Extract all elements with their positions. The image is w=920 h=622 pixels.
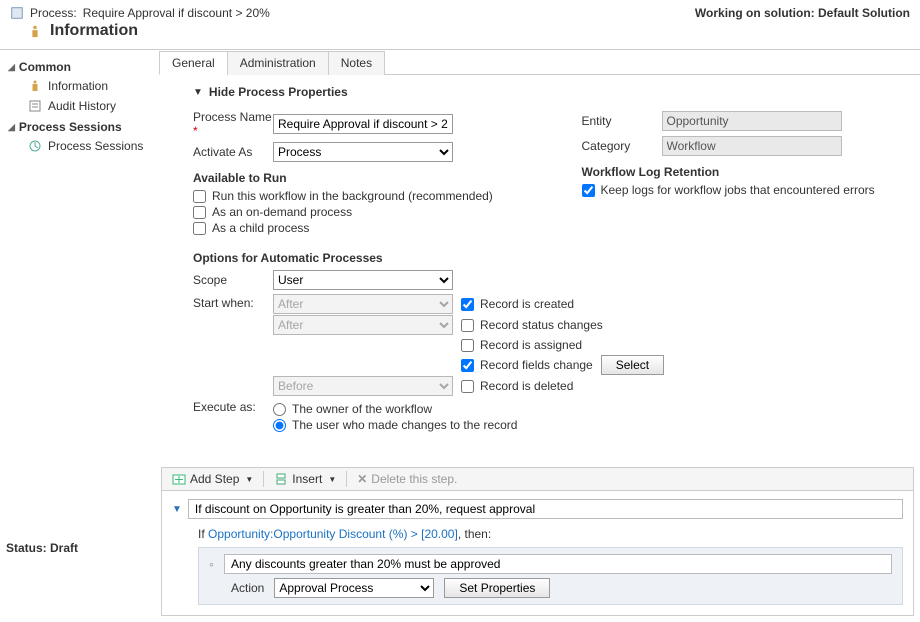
record-deleted-checkbox[interactable]: Record is deleted: [461, 379, 573, 393]
action-label: Action: [231, 581, 264, 595]
step-body: ◦ Action Approval Process Set Properties: [198, 547, 903, 605]
activate-as-label: Activate As: [193, 145, 273, 159]
process-title: Process: Require Approval if discount > …: [10, 6, 270, 20]
delete-icon: ✕: [357, 472, 367, 486]
chevron-down-icon: ▼: [193, 87, 203, 98]
process-name-text: Require Approval if discount > 20%: [83, 6, 270, 20]
execute-as-owner-radio[interactable]: The owner of the workflow: [273, 402, 517, 416]
delete-step-button: ✕ Delete this step.: [353, 471, 461, 487]
hide-props-label: Hide Process Properties: [209, 85, 348, 99]
steps-toolbar: Add Step▼ Insert▼ ✕ Delete this step.: [161, 467, 914, 490]
status-bar: Status: Draft: [6, 541, 78, 555]
process-title-icon: [10, 6, 24, 20]
entity-field: [662, 111, 842, 131]
bullet-icon: ◦: [209, 557, 214, 571]
insert-button[interactable]: Insert▼: [270, 471, 340, 487]
insert-icon: [274, 472, 288, 486]
record-status-changes-checkbox[interactable]: Record status changes: [461, 318, 603, 332]
start-when-before-select: Before: [273, 376, 453, 396]
tab-general[interactable]: General: [159, 51, 228, 75]
run-background-checkbox[interactable]: Run this workflow in the background (rec…: [193, 189, 512, 203]
add-step-button[interactable]: Add Step▼: [168, 471, 257, 487]
page-title: Information: [50, 22, 138, 40]
record-created-checkbox[interactable]: Record is created: [461, 297, 574, 311]
chevron-down-icon: ▼: [328, 475, 336, 484]
solution-label: Working on solution: Default Solution: [695, 6, 910, 20]
available-to-run-title: Available to Run: [193, 171, 512, 185]
sidebar-group-common[interactable]: ◢ Common: [0, 56, 155, 76]
start-when-after-select: After: [273, 294, 453, 314]
scope-select[interactable]: User: [273, 270, 453, 290]
category-label: Category: [582, 139, 662, 153]
step-expand-icon[interactable]: ▼: [172, 504, 182, 515]
audit-icon: [28, 99, 42, 113]
log-retention-title: Workflow Log Retention: [582, 165, 901, 179]
info-icon: [28, 79, 42, 93]
information-icon: [28, 24, 42, 38]
start-when-after-select2: After: [273, 315, 453, 335]
sidebar-item-label: Information: [48, 79, 108, 93]
tab-administration[interactable]: Administration: [227, 51, 329, 75]
tab-notes[interactable]: Notes: [328, 51, 385, 75]
sidebar-group-process-sessions[interactable]: ◢ Process Sessions: [0, 116, 155, 136]
execute-as-label: Execute as:: [193, 400, 273, 414]
information-title-row: Information: [10, 22, 270, 40]
start-when-label: Start when:: [193, 296, 273, 310]
step-if-condition[interactable]: If Opportunity:Opportunity Discount (%) …: [198, 527, 903, 541]
add-step-icon: [172, 472, 186, 486]
select-fields-button[interactable]: Select: [601, 355, 664, 375]
collapse-icon: ◢: [8, 62, 15, 73]
record-assigned-checkbox[interactable]: Record is assigned: [461, 338, 582, 352]
step-area: ▼ If Opportunity:Opportunity Discount (%…: [161, 490, 914, 616]
chevron-down-icon: ▼: [245, 475, 253, 484]
options-auto-title: Options for Automatic Processes: [193, 251, 900, 265]
condition-link[interactable]: Opportunity:Opportunity Discount (%) > […: [208, 527, 458, 541]
hide-process-properties-toggle[interactable]: ▼ Hide Process Properties: [155, 75, 920, 107]
sidebar-item-label: Audit History: [48, 99, 116, 113]
record-fields-change-checkbox[interactable]: Record fields change: [461, 358, 593, 372]
sidebar-group-label: Process Sessions: [19, 120, 122, 134]
process-name-label: Process Name: [193, 110, 272, 124]
collapse-icon: ◢: [8, 122, 15, 133]
step-description-input[interactable]: [188, 499, 903, 519]
child-process-checkbox[interactable]: As a child process: [193, 221, 512, 235]
entity-label: Entity: [582, 114, 662, 128]
execute-as-user-radio[interactable]: The user who made changes to the record: [273, 418, 517, 432]
step-action-description-input[interactable]: [224, 554, 892, 574]
process-name-input[interactable]: [273, 114, 453, 134]
scope-label: Scope: [193, 273, 273, 287]
sidebar-item-label: Process Sessions: [48, 139, 143, 153]
sidebar-item-audit-history[interactable]: Audit History: [0, 96, 155, 116]
keep-logs-checkbox[interactable]: Keep logs for workflow jobs that encount…: [582, 183, 901, 197]
sidebar-item-process-sessions[interactable]: Process Sessions: [0, 136, 155, 156]
on-demand-checkbox[interactable]: As an on-demand process: [193, 205, 512, 219]
sessions-icon: [28, 139, 42, 153]
process-prefix-label: Process:: [30, 6, 77, 20]
sidebar-item-information[interactable]: Information: [0, 76, 155, 96]
sidebar: ◢ Common Information Audit History ◢ Pro…: [0, 49, 155, 622]
category-field: [662, 136, 842, 156]
activate-as-select[interactable]: Process: [273, 142, 453, 162]
set-properties-button[interactable]: Set Properties: [444, 578, 550, 598]
tab-strip: General Administration Notes: [159, 50, 920, 75]
sidebar-group-label: Common: [19, 60, 71, 74]
action-select[interactable]: Approval Process: [274, 578, 434, 598]
